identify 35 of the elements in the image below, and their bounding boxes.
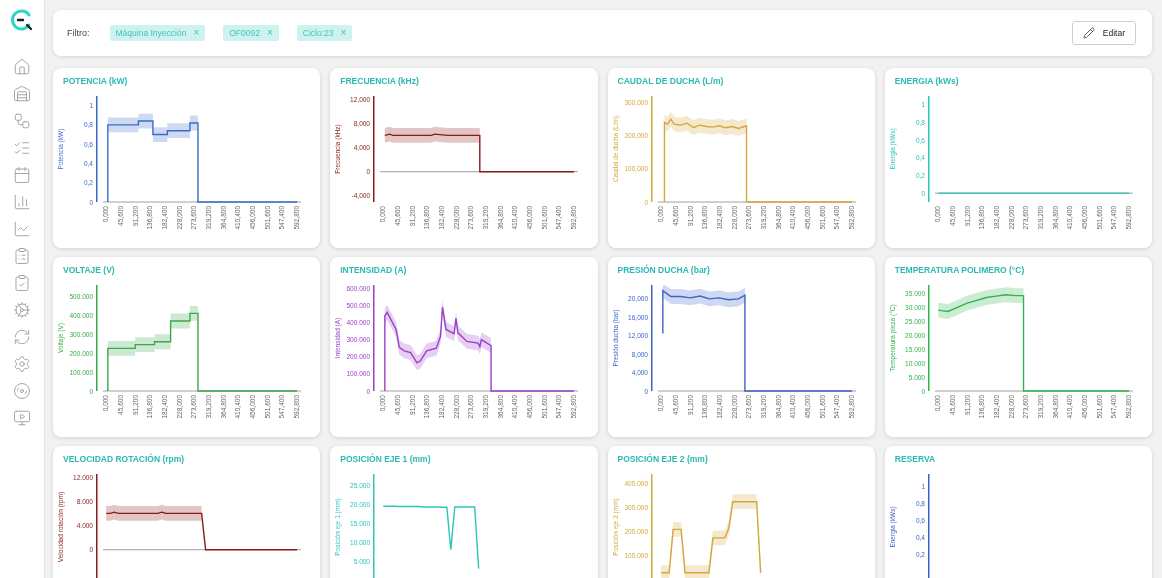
workflow-icon[interactable] [13,112,31,130]
checklist-icon[interactable] [13,139,31,157]
refresh-icon[interactable] [13,328,31,346]
chip-label: Ciclo:23 [302,28,334,38]
video-icon[interactable] [13,409,31,427]
pencil-icon [1082,27,1095,39]
calendar-icon[interactable] [13,166,31,184]
chip-label: Máquina Inyección [115,28,187,38]
remove-chip-button[interactable]: × [340,28,347,38]
chart-title: TEMPERATURA POLIMERO (°C) [894,265,1026,275]
bar-chart-icon[interactable] [13,193,31,211]
remove-chip-button[interactable]: × [193,28,200,38]
chart-title: POTENCIA (kW) [63,76,129,86]
filter-label: Filtro: [67,28,90,38]
warehouse-icon[interactable] [13,85,31,103]
remove-chip-button[interactable]: × [266,28,273,38]
home-icon[interactable] [13,58,31,76]
disc-icon[interactable] [13,382,31,400]
line-chart-icon[interactable] [13,220,31,238]
chart-title: ENERGIA (kWs) [894,76,960,86]
clipboard-check-icon[interactable] [13,274,31,292]
chip-label: OF0092 [229,28,260,38]
chart-title: POSICIÓN EJE 2 (mm) [617,454,709,464]
chart-title: VELOCIDAD ROTACIÓN (rpm) [63,454,186,464]
edit-button[interactable]: Editar [1071,21,1136,45]
chart-title: PRESIÓN DUCHA (bar) [617,265,711,275]
chart-title: INTENSIDAD (A) [340,265,408,275]
logo-icon[interactable] [10,8,34,32]
chart-title: VOLTAJE (V) [63,265,116,275]
chart-title: CAUDAL DE DUCHA (L/m) [617,76,725,86]
chart-title: RESERVA [894,454,937,464]
settings-icon[interactable] [13,355,31,373]
clipboard-list-icon[interactable] [13,247,31,265]
chart-title: POSICIÓN EJE 1 (mm) [340,454,432,464]
chart-title: FRECUENCIA (kHz) [340,76,420,86]
